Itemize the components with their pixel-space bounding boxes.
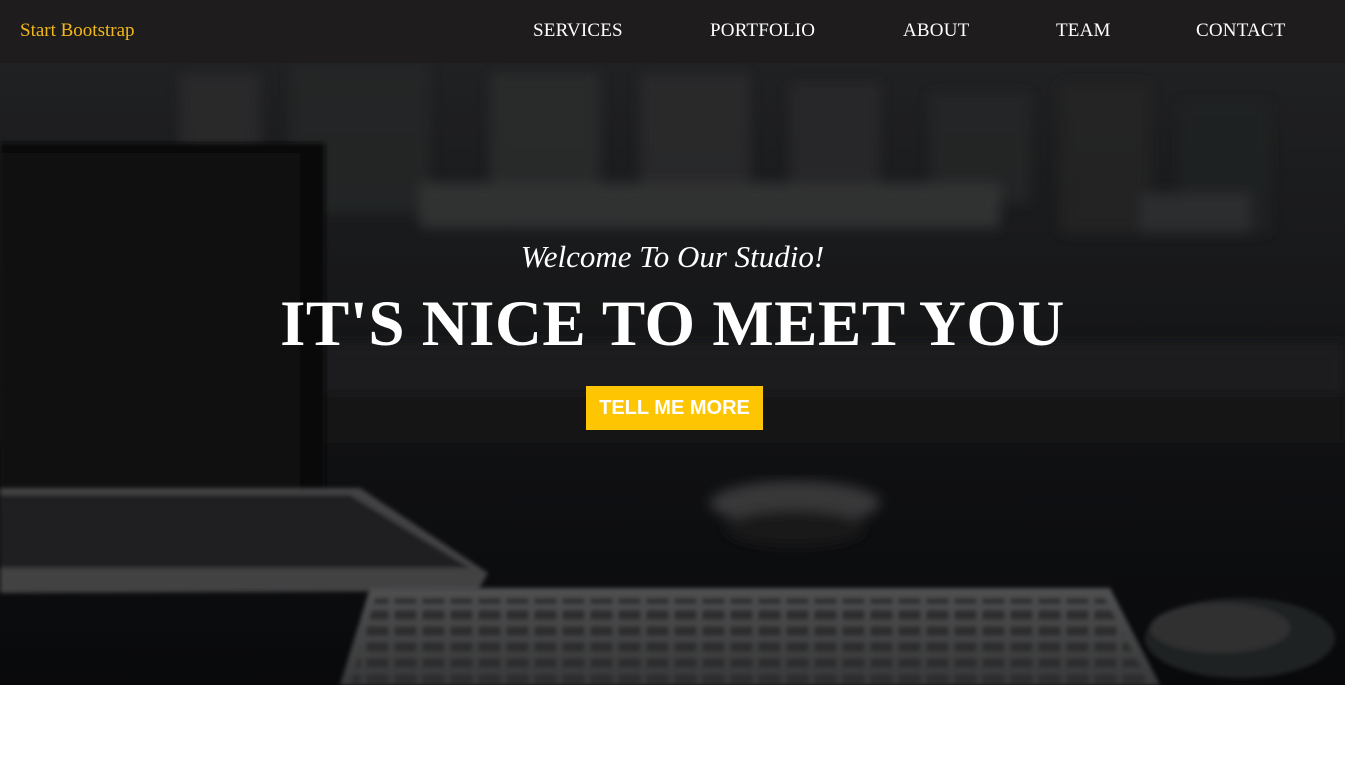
hero-section: Welcome To Our Studio! IT'S NICE TO MEET… (0, 63, 1345, 685)
top-navbar: Start Bootstrap SERVICES PORTFOLIO ABOUT… (0, 0, 1345, 63)
nav-link-contact[interactable]: CONTACT (1196, 20, 1286, 42)
nav-link-about[interactable]: ABOUT (903, 20, 969, 42)
nav-link-portfolio[interactable]: PORTFOLIO (710, 20, 815, 42)
hero-background-image (0, 63, 1345, 685)
brand-link[interactable]: Start Bootstrap (20, 20, 135, 42)
hero-subheading: Welcome To Our Studio! (520, 239, 825, 274)
hero-heading: IT'S NICE TO MEET YOU (280, 288, 1065, 360)
nav-link-team[interactable]: TEAM (1056, 20, 1111, 42)
tell-me-more-button[interactable]: TELL ME MORE (586, 386, 763, 430)
nav-link-services[interactable]: SERVICES (533, 20, 623, 42)
